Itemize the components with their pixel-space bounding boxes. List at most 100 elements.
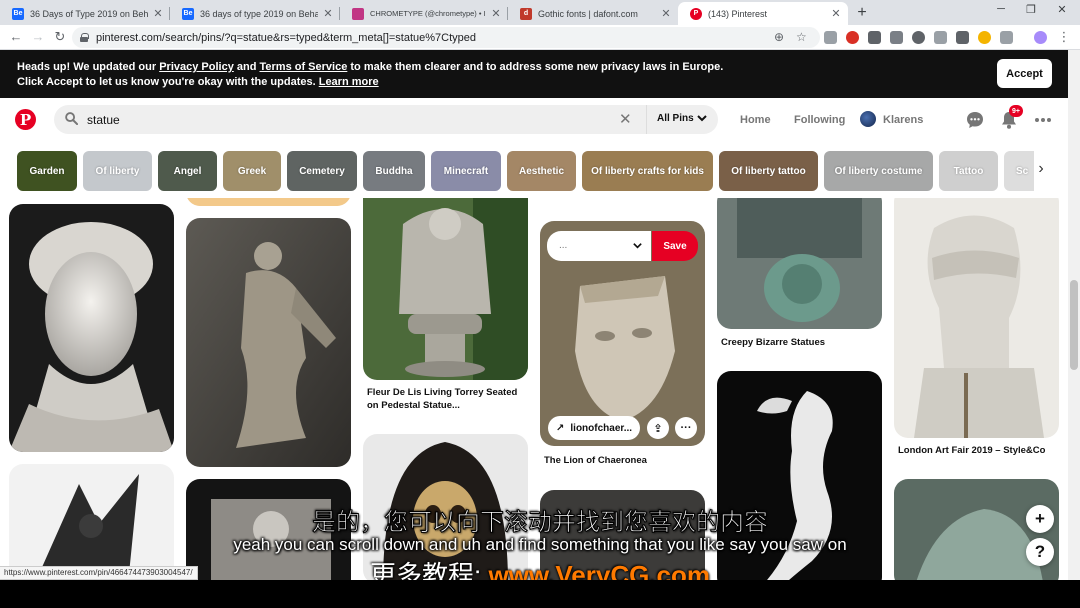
pin-top-partial[interactable] (186, 198, 351, 206)
messages-icon[interactable] (965, 110, 985, 130)
accept-button[interactable]: Accept (997, 59, 1052, 88)
tab-title: CHROMETYPE (@chrometype) • Inst (370, 9, 486, 18)
chip-of-liberty-tattoo[interactable]: Of liberty tattoo (719, 151, 818, 191)
share-icon[interactable]: ⇪ (647, 417, 669, 439)
close-tab-icon[interactable]: ✕ (830, 7, 842, 20)
pin-torrey-angel[interactable] (363, 198, 528, 380)
search-bar: ✕ All Pins (54, 105, 718, 134)
instagram-favicon-icon (352, 7, 364, 20)
pin-winged-angel[interactable] (9, 464, 174, 580)
search-input[interactable] (87, 109, 607, 130)
browser-tab-instagram[interactable]: CHROMETYPE (@chrometype) • Inst ✕ (340, 2, 508, 25)
pin-caption-creepy[interactable]: Creepy Bizarre Statues (721, 336, 881, 349)
clear-search-icon[interactable]: ✕ (619, 110, 632, 128)
pin-caption-london[interactable]: London Art Fair 2019 – Style&Co (898, 444, 1058, 457)
browser-tab-pinterest[interactable]: P (143) Pinterest ✕ (678, 2, 848, 25)
close-tab-icon[interactable]: ✕ (322, 7, 334, 20)
reload-icon[interactable]: ↻ (52, 29, 68, 45)
search-filter-dropdown[interactable]: All Pins (657, 113, 694, 124)
notification-count-badge: 9+ (1009, 105, 1023, 117)
close-tab-icon[interactable]: ✕ (152, 7, 164, 20)
page-scrollbar[interactable] (1068, 50, 1080, 580)
chip-buddha[interactable]: Buddha (363, 151, 425, 191)
pin-bronze-relief[interactable] (717, 198, 882, 329)
chip-tattoo[interactable]: Tattoo (939, 151, 998, 191)
adblock-extension-icon[interactable] (846, 31, 859, 44)
pin-marble-carving[interactable] (186, 479, 351, 580)
minimize-window-icon[interactable]: ─ (991, 3, 1011, 15)
chip-of-liberty-costume[interactable]: Of liberty costume (824, 151, 933, 191)
browser-tab-strip: Be 36 Days of Type 2019 on Behance ✕ Be … (0, 0, 1080, 25)
pin-apollo-bust[interactable] (9, 204, 174, 452)
lock-icon (80, 33, 89, 42)
board-select-dropdown[interactable]: ... (547, 231, 651, 261)
create-plus-button[interactable]: + (1026, 505, 1054, 533)
close-tab-icon[interactable]: ✕ (660, 7, 672, 20)
close-tab-icon[interactable]: ✕ (490, 7, 502, 20)
save-button[interactable]: Save (652, 231, 698, 261)
clock-extension-icon[interactable] (912, 31, 925, 44)
download-extension-icon[interactable] (824, 31, 837, 44)
banner-line-1: Heads up! We updated our Privacy Policy … (17, 61, 724, 73)
privacy-banner: Heads up! We updated our Privacy Policy … (0, 50, 1068, 98)
chevron-down-icon (633, 243, 642, 249)
pin-dark-statue[interactable] (540, 490, 705, 580)
pin-caption-torrey[interactable]: Fleur De Lis Living Torrey Seated on Ped… (367, 386, 527, 412)
chip-cemetery[interactable]: Cemetery (287, 151, 357, 191)
pin-baroque-statue[interactable] (186, 218, 351, 467)
pin-caption-lion[interactable]: The Lion of Chaeronea (544, 454, 704, 467)
maximize-window-icon[interactable]: ❐ (1021, 3, 1041, 16)
back-arrow-icon[interactable]: ← (8, 29, 24, 45)
chip-of-liberty-crafts[interactable]: Of liberty crafts for kids (582, 151, 713, 191)
pin-veiled-head[interactable] (894, 198, 1059, 438)
chip-of-liberty[interactable]: Of liberty (83, 151, 152, 191)
home-link[interactable]: Home (740, 114, 771, 126)
scrollbar-thumb[interactable] (1070, 280, 1078, 370)
chevron-right-icon[interactable]: › (1030, 160, 1052, 182)
chip-minecraft[interactable]: Minecraft (431, 151, 501, 191)
browser-tab-behance-2[interactable]: Be 36 days of type 2019 on Behance ✕ (170, 2, 340, 25)
more-options-icon[interactable] (1033, 110, 1053, 130)
tab-title: 36 days of type 2019 on Behance (200, 8, 318, 19)
cast-extension-icon[interactable] (1000, 31, 1013, 44)
bookmark-star-icon[interactable]: ☆ (796, 30, 807, 44)
pinterest-logo-icon[interactable]: P (15, 109, 36, 130)
tab-title: 36 Days of Type 2019 on Behance (30, 8, 148, 19)
behance-favicon-icon: Be (182, 7, 194, 20)
puzzle-extension-icon[interactable] (890, 31, 903, 44)
following-link[interactable]: Following (794, 114, 845, 126)
browser-tab-dafont[interactable]: d Gothic fonts | dafont.com ✕ (508, 2, 678, 25)
coin-extension-icon[interactable] (978, 31, 991, 44)
video-letterbox-bar (0, 580, 1080, 608)
learn-more-link[interactable]: Learn more (319, 76, 379, 88)
user-profile-link[interactable]: Klarens (883, 114, 923, 126)
privacy-policy-link[interactable]: Privacy Policy (159, 61, 234, 73)
browser-menu-icon[interactable]: ⋮ (1056, 29, 1072, 45)
chip-garden[interactable]: Garden (17, 151, 77, 191)
profile-avatar-icon[interactable] (1034, 31, 1047, 44)
behance-favicon-icon: Be (12, 7, 24, 20)
pinterest-favicon-icon: P (690, 7, 702, 20)
window-extension-icon[interactable] (934, 31, 947, 44)
chip-greek[interactable]: Greek (223, 151, 281, 191)
chevron-down-icon[interactable] (696, 112, 708, 124)
forward-arrow-icon[interactable]: → (30, 29, 46, 45)
chip-aesthetic[interactable]: Aesthetic (507, 151, 576, 191)
pin-mermaid-sculpture[interactable] (717, 371, 882, 580)
camera-extension-icon[interactable] (956, 31, 969, 44)
pin-source-link[interactable]: ↗ lionofchaer... (548, 416, 640, 440)
pin-skull-hood[interactable] (363, 434, 528, 580)
search-divider (646, 105, 647, 134)
pin-more-options-icon[interactable]: ··· (675, 417, 697, 439)
address-bar[interactable]: pinterest.com/search/pins/?q=statue&rs=t… (72, 27, 820, 48)
hash-extension-icon[interactable] (868, 31, 881, 44)
terms-of-service-link[interactable]: Terms of Service (259, 61, 347, 73)
chip-angel[interactable]: Angel (158, 151, 217, 191)
new-tab-button[interactable]: + (852, 4, 872, 22)
add-icon[interactable]: ⊕ (774, 30, 784, 44)
close-window-icon[interactable]: ✕ (1052, 3, 1072, 16)
user-avatar[interactable] (860, 111, 876, 127)
search-icon (65, 112, 78, 125)
browser-tab-behance-1[interactable]: Be 36 Days of Type 2019 on Behance ✕ (0, 2, 170, 25)
help-button[interactable]: ? (1026, 538, 1054, 566)
